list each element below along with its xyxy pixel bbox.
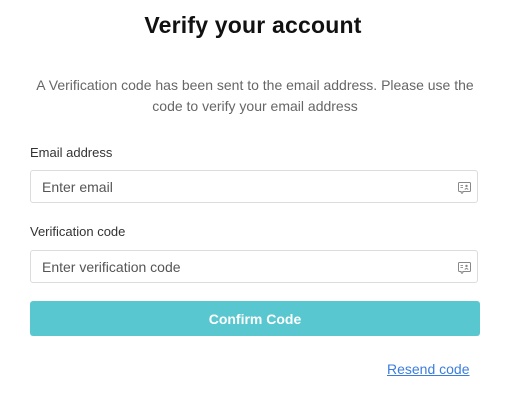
verification-code-field[interactable] [31, 251, 442, 282]
email-field-wrapper [30, 170, 478, 203]
email-field[interactable] [31, 171, 442, 202]
resend-code-link[interactable]: Resend code [387, 361, 470, 377]
page-description: A Verification code has been sent to the… [36, 77, 474, 114]
contact-card-icon[interactable] [458, 261, 471, 275]
page-title: Verify your account [144, 12, 362, 38]
verification-code-label: Verification code [30, 224, 126, 239]
email-label: Email address [30, 145, 113, 160]
confirm-code-button[interactable]: Confirm Code [30, 301, 480, 336]
contact-card-icon[interactable] [458, 181, 471, 195]
verification-code-field-wrapper [30, 250, 478, 283]
